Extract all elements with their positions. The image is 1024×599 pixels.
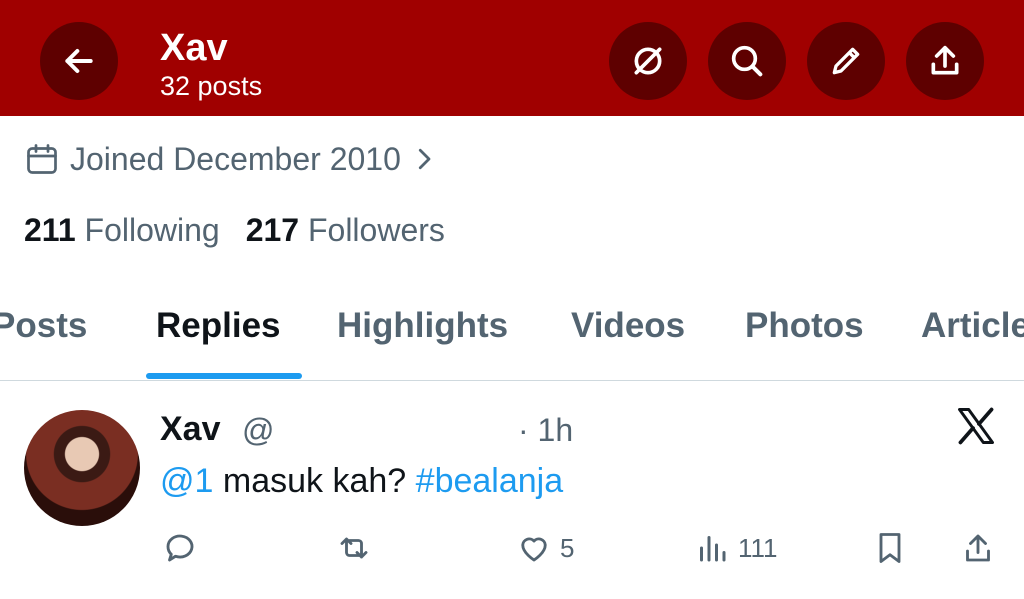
chevron-right-icon — [418, 148, 431, 170]
joined-date-row[interactable]: Joined December 2010 — [24, 138, 449, 180]
back-arrow-icon — [65, 49, 93, 73]
tab-replies[interactable]: Replies — [156, 306, 281, 346]
tab-videos[interactable]: Videos — [571, 306, 685, 346]
share-button[interactable] — [906, 22, 984, 100]
back-button[interactable] — [40, 22, 118, 100]
search-button[interactable] — [708, 22, 786, 100]
tab-posts[interactable]: Posts — [0, 306, 87, 346]
mention-link[interactable]: @1 — [160, 462, 213, 500]
tweet-body: masuk kah? — [213, 462, 416, 500]
repost-button[interactable] — [336, 528, 372, 568]
tweet-time[interactable]: · 1h — [518, 412, 573, 449]
hashtag-link[interactable]: #bealanja — [416, 462, 563, 500]
repost-icon — [340, 537, 368, 559]
edit-icon — [832, 47, 860, 75]
search-icon — [731, 45, 763, 77]
grok-icon — [634, 47, 662, 75]
followers-link[interactable]: 217 Followers — [246, 212, 445, 249]
profile-tabs: Posts Replies Highlights Videos Photos A… — [0, 300, 1024, 381]
follow-stats: 211 Following 217 Followers — [24, 212, 471, 249]
following-count: 211 — [24, 212, 76, 248]
following-link[interactable]: 211 Following — [24, 212, 220, 249]
tweet-share-button[interactable] — [960, 528, 996, 568]
avatar[interactable] — [24, 410, 140, 526]
joined-date: Joined December 2010 — [70, 140, 401, 177]
tweet-author-name[interactable]: Xav — [160, 410, 221, 449]
reply-icon — [166, 534, 194, 562]
tab-photos[interactable]: Photos — [745, 306, 864, 346]
tab-highlights[interactable]: Highlights — [337, 306, 508, 346]
post-count: 32 posts — [160, 71, 263, 101]
like-count: 5 — [560, 532, 575, 563]
tweet-author-handle[interactable]: @ — [242, 412, 274, 449]
profile-header: Xav 32 posts — [0, 0, 1024, 116]
edit-button[interactable] — [807, 22, 885, 100]
bookmark-button[interactable] — [872, 528, 908, 568]
like-button[interactable]: 5 — [516, 528, 574, 568]
share-icon — [931, 45, 959, 75]
followers-count: 217 — [245, 212, 300, 248]
followers-label: Followers — [307, 212, 445, 248]
tweet-text: @1 masuk kah? #bealanja — [160, 462, 563, 501]
x-logo-icon — [958, 407, 994, 445]
following-label: Following — [84, 212, 220, 248]
views-bar-chart-icon — [700, 536, 726, 562]
share-icon — [966, 534, 990, 562]
views-button[interactable]: 111 — [694, 528, 778, 568]
bookmark-icon — [879, 533, 901, 563]
grok-button[interactable] — [609, 22, 687, 100]
page-title: Xav — [160, 27, 228, 69]
reply-button[interactable] — [162, 528, 198, 568]
heart-icon — [521, 537, 547, 562]
tab-articles[interactable]: Articles — [921, 306, 1024, 346]
active-tab-indicator — [146, 373, 302, 379]
views-count: 111 — [738, 532, 778, 563]
calendar-icon — [27, 144, 57, 174]
